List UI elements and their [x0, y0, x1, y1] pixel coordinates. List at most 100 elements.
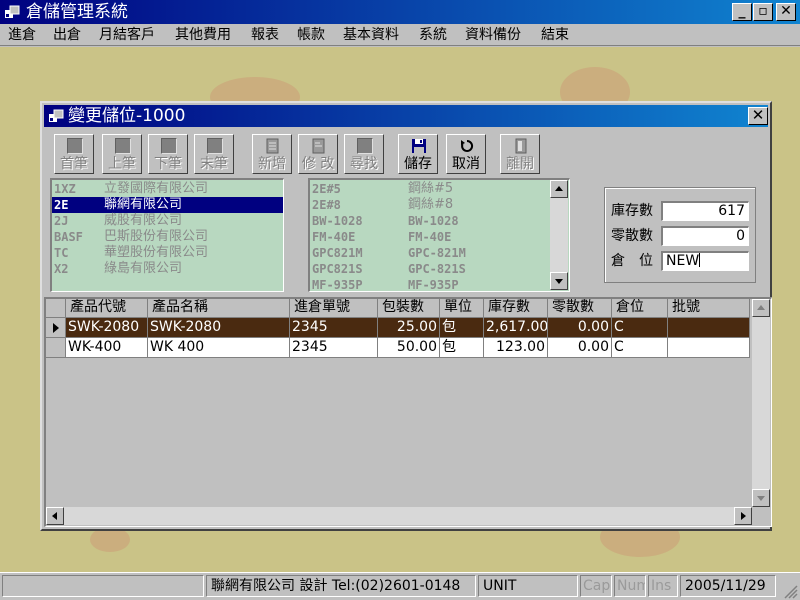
list-item[interactable]: 2J 威股有限公司 — [52, 213, 283, 229]
menu-system[interactable]: 系統 — [419, 26, 447, 44]
cell-stock-qty[interactable]: 123.00 — [484, 338, 548, 358]
product-name: BW-1028 — [408, 214, 459, 228]
previous-record-icon — [115, 138, 131, 154]
cancel-button[interactable]: 取消 — [446, 134, 486, 174]
col-loose-qty[interactable]: 零散數 — [548, 299, 612, 318]
customer-code: 1XZ — [54, 182, 76, 196]
list-item[interactable]: FM-40E FM-40E — [310, 229, 569, 245]
scroll-left-button[interactable] — [46, 507, 64, 525]
grid-vertical-scrollbar[interactable] — [752, 299, 770, 507]
menu-accounts[interactable]: 帳款 — [297, 26, 325, 44]
list-item[interactable]: BASF 巴斯股份有限公司 — [52, 229, 283, 245]
cell-unit[interactable]: 包 — [440, 318, 484, 338]
scroll-up-button[interactable] — [550, 180, 568, 198]
menu-other-fees[interactable]: 其他費用 — [175, 26, 231, 44]
cell-package-qty[interactable]: 25.00 — [378, 318, 440, 338]
cell-batch-no[interactable] — [668, 318, 750, 338]
cell-loose-qty[interactable]: 0.00 — [548, 338, 612, 358]
list-item-selected[interactable]: 2E 聯網有限公司 — [52, 197, 283, 213]
inventory-grid[interactable]: 產品代號 產品名稱 進倉單號 包裝數 單位 庫存數 零散數 倉位 批號 SWK-… — [44, 297, 772, 527]
find-label: 尋找 — [350, 156, 378, 172]
previous-record-button[interactable]: 上筆 — [102, 134, 142, 174]
product-code: FM-40E — [312, 230, 356, 244]
list-item[interactable]: MF-935P MF-935P — [310, 277, 569, 291]
list-item[interactable]: 2E#5 鋼絲#5 — [310, 181, 569, 197]
window-icon — [49, 109, 64, 122]
minimize-button[interactable]: _ — [732, 3, 752, 21]
next-record-icon — [161, 138, 177, 154]
next-record-button[interactable]: 下筆 — [148, 134, 188, 174]
scroll-down-button[interactable] — [550, 272, 568, 290]
cell-product-name[interactable]: SWK-2080 — [148, 318, 290, 338]
product-list-scrollbar[interactable] — [550, 180, 568, 290]
scroll-right-button[interactable] — [734, 507, 752, 525]
scroll-down-button[interactable] — [752, 489, 770, 507]
col-product-name[interactable]: 產品名稱 — [148, 299, 290, 318]
list-item[interactable]: X2 綠島有限公司 — [52, 261, 283, 277]
cell-batch-no[interactable] — [668, 338, 750, 358]
cell-stock-qty[interactable]: 2,617.00 — [484, 318, 548, 338]
cell-receipt-no[interactable]: 2345 — [290, 318, 378, 338]
col-unit[interactable]: 單位 — [440, 299, 484, 318]
cell-unit[interactable]: 包 — [440, 338, 484, 358]
row-selector[interactable] — [46, 338, 66, 358]
edit-record-button[interactable]: 修 改 — [298, 134, 338, 174]
col-location[interactable]: 倉位 — [612, 299, 668, 318]
product-name: GPC-821S — [408, 262, 466, 276]
loose-qty-field[interactable]: 0 — [661, 226, 749, 246]
product-list[interactable]: 2E#5 鋼絲#5 2E#8 鋼絲#8 BW-1028 BW-1028 FM-4… — [308, 178, 570, 292]
menu-monthly-customers[interactable]: 月結客戶 — [99, 26, 155, 44]
customer-name: 巴斯股份有限公司 — [104, 229, 209, 244]
row-selector[interactable] — [46, 318, 66, 338]
cell-location[interactable]: C — [612, 318, 668, 338]
cell-package-qty[interactable]: 50.00 — [378, 338, 440, 358]
status-ins: Ins — [648, 575, 678, 597]
cell-product-name[interactable]: WK 400 — [148, 338, 290, 358]
window-close-button[interactable]: ✕ — [748, 107, 768, 125]
resize-grip-icon[interactable] — [784, 585, 798, 599]
menu-data-backup[interactable]: 資料備份 — [465, 26, 521, 44]
last-record-icon — [207, 138, 223, 154]
col-receipt-no[interactable]: 進倉單號 — [290, 299, 378, 318]
stock-qty-field[interactable]: 617 — [661, 201, 749, 221]
customer-name: 聯網有限公司 — [104, 197, 183, 212]
list-item[interactable]: BW-1028 BW-1028 — [310, 213, 569, 229]
menu-basic-data[interactable]: 基本資料 — [343, 26, 399, 44]
list-item[interactable]: GPC821S GPC-821S — [310, 261, 569, 277]
exit-button[interactable]: 離開 — [500, 134, 540, 174]
scroll-up-button[interactable] — [752, 299, 770, 317]
cell-location[interactable]: C — [612, 338, 668, 358]
product-code: 2E#5 — [312, 182, 341, 196]
close-button[interactable]: ✕ — [776, 3, 796, 21]
child-title-bar: 變更儲位-1000 ✕ — [44, 105, 768, 127]
customer-code: X2 — [54, 262, 69, 276]
menu-reports[interactable]: 報表 — [251, 26, 279, 44]
cell-product-code[interactable]: SWK-2080 — [66, 318, 148, 338]
grid-horizontal-scrollbar[interactable] — [46, 507, 752, 525]
customer-code: 2J — [54, 214, 69, 228]
col-product-code[interactable]: 產品代號 — [66, 299, 148, 318]
new-record-button[interactable]: 新增 — [252, 134, 292, 174]
list-item[interactable]: 1XZ 立發國際有限公司 — [52, 181, 283, 197]
cell-loose-qty[interactable]: 0.00 — [548, 318, 612, 338]
cell-product-code[interactable]: WK-400 — [66, 338, 148, 358]
first-record-button[interactable]: 首筆 — [54, 134, 94, 174]
arrow-left-icon — [52, 512, 57, 520]
last-record-button[interactable]: 末筆 — [194, 134, 234, 174]
find-button[interactable]: 尋找 — [344, 134, 384, 174]
col-stock-qty[interactable]: 庫存數 — [484, 299, 548, 318]
list-item[interactable]: 2E#8 鋼絲#8 — [310, 197, 569, 213]
col-batch-no[interactable]: 批號 — [668, 299, 750, 318]
restore-button[interactable]: ▫ — [753, 3, 773, 21]
list-item[interactable]: GPC821M GPC-821M — [310, 245, 569, 261]
location-input[interactable]: NEW — [661, 251, 749, 271]
save-button[interactable]: 儲存 — [398, 134, 438, 174]
customer-list[interactable]: 1XZ 立發國際有限公司 2E 聯網有限公司 2J 威股有限公司 BASF 巴斯… — [50, 178, 284, 292]
menu-exit[interactable]: 結束 — [541, 26, 569, 44]
cancel-label: 取消 — [452, 156, 480, 172]
col-package-qty[interactable]: 包裝數 — [378, 299, 440, 318]
cell-receipt-no[interactable]: 2345 — [290, 338, 378, 358]
menu-stock-out[interactable]: 出倉 — [53, 26, 81, 44]
list-item[interactable]: TC 華塑股份有限公司 — [52, 245, 283, 261]
menu-stock-in[interactable]: 進倉 — [8, 26, 36, 44]
